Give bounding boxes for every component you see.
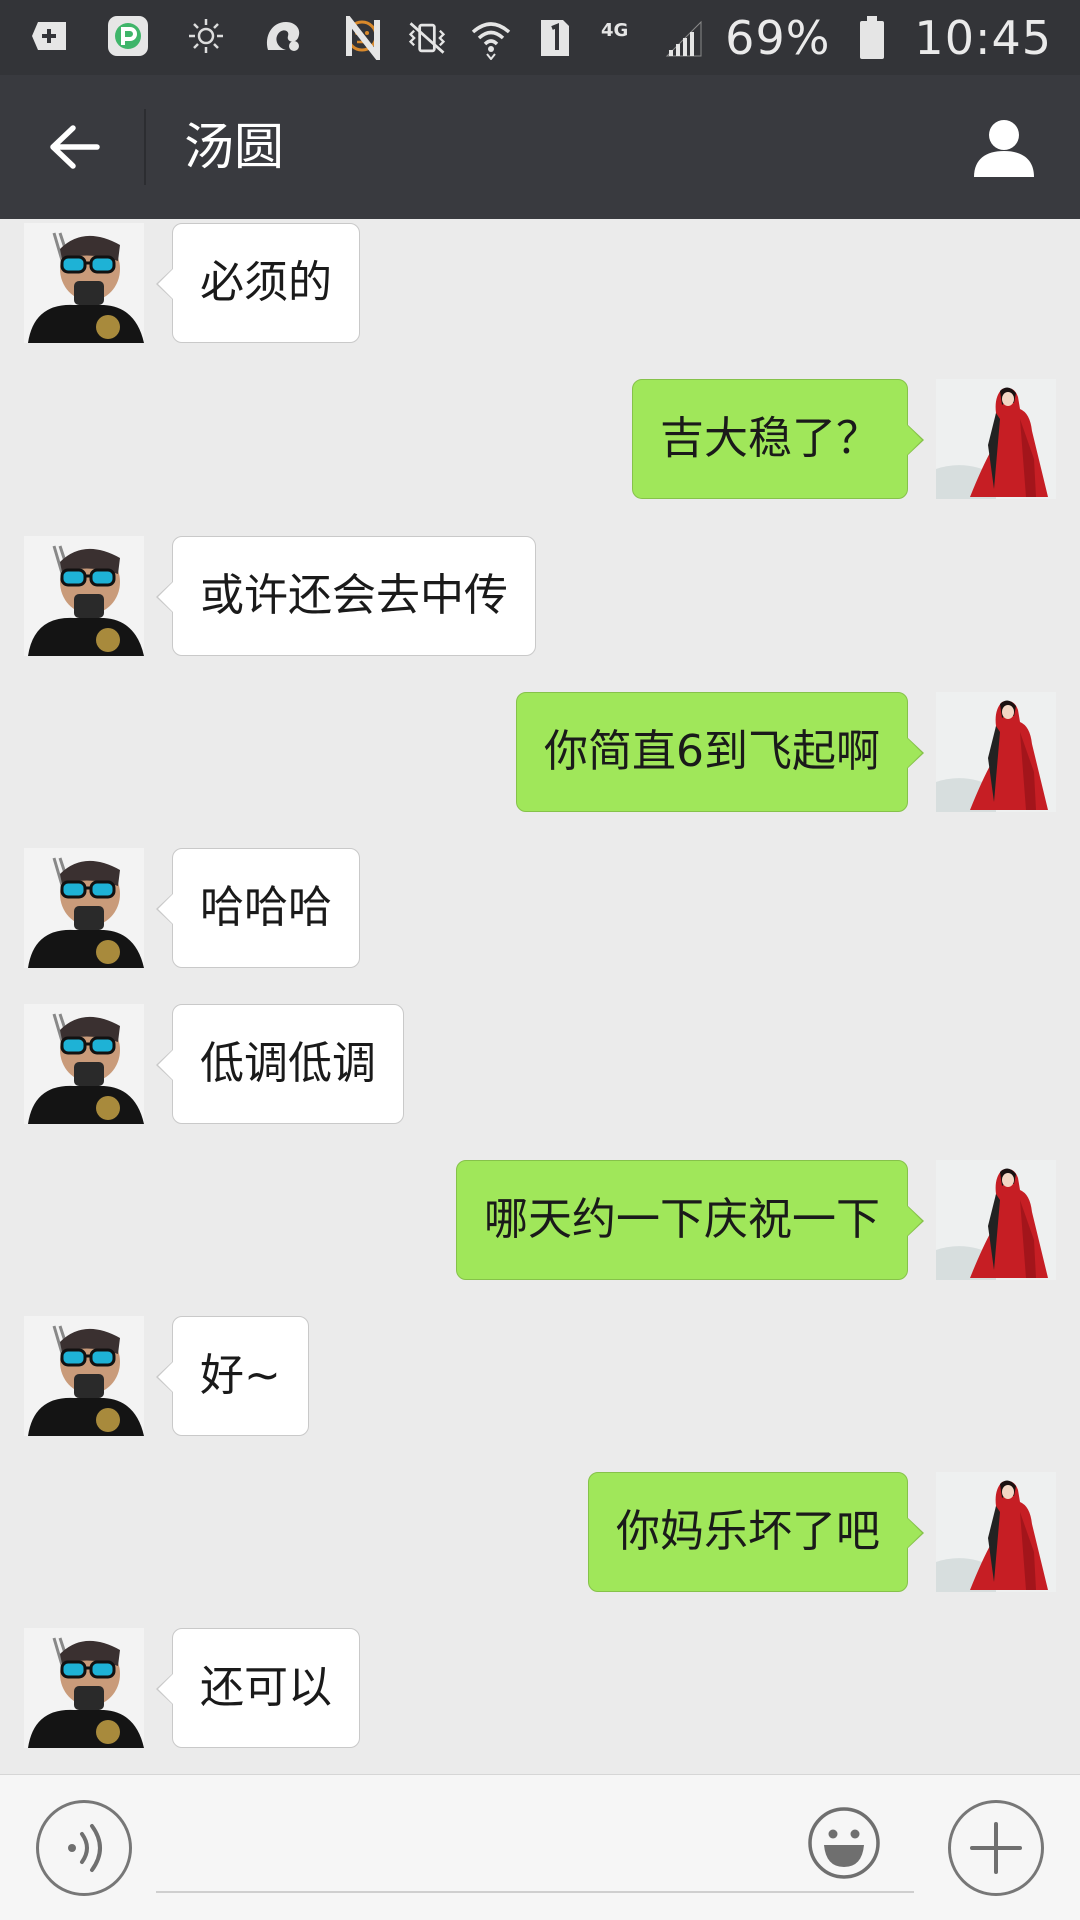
person-icon (974, 120, 1034, 177)
smiley-icon (808, 1807, 880, 1879)
my-avatar[interactable] (936, 379, 1056, 499)
status-bar: 4G 69% 10:45 (0, 0, 1080, 75)
add-box-icon (28, 14, 72, 58)
battery-icon (850, 16, 894, 60)
message-list[interactable]: 必须的 吉大稳了？ 或许还会去中传 你简直6到飞起啊 哈哈哈 低调低调 哪天约一… (0, 219, 1080, 1774)
contact-avatar[interactable] (24, 536, 144, 656)
message-row: 还可以 (0, 1628, 1080, 1748)
status-bar-right-icons: 4G 69% 10:45 (341, 8, 1052, 68)
input-bar (0, 1774, 1080, 1920)
message-row: 或许还会去中传 (0, 536, 1080, 656)
wifi-icon (469, 16, 513, 60)
chat-info-button[interactable] (968, 111, 1040, 183)
voice-input-button[interactable] (36, 1800, 132, 1896)
contact-avatar[interactable] (24, 1004, 144, 1124)
message-bubble-incoming[interactable]: 还可以 (156, 1628, 360, 1748)
signal-icon (661, 16, 705, 60)
battery-percentage: 69% (725, 11, 831, 65)
more-actions-button[interactable] (948, 1800, 1044, 1896)
my-avatar[interactable] (936, 1160, 1056, 1280)
chat-title-bar: 汤圆 (0, 75, 1080, 219)
message-bubble-incoming[interactable]: 或许还会去中传 (156, 536, 536, 656)
vibrate-icon (405, 16, 449, 60)
message-row: 吉大稳了？ (0, 379, 1080, 499)
voice-icon (68, 1824, 102, 1872)
plus-icon (970, 1822, 1022, 1874)
message-row: 哈哈哈 (0, 848, 1080, 968)
message-bubble-incoming[interactable]: 低调低调 (156, 1004, 404, 1124)
brightness-icon (184, 14, 228, 58)
clock: 10:45 (914, 11, 1052, 65)
message-bubble-outgoing[interactable]: 吉大稳了？ (632, 379, 924, 499)
emoji-button[interactable] (806, 1805, 882, 1881)
message-row: 低调低调 (0, 1004, 1080, 1124)
p-app-icon (106, 14, 150, 58)
status-bar-left-icons (28, 14, 384, 58)
svg-text:4G: 4G (601, 20, 628, 41)
my-avatar[interactable] (936, 692, 1056, 812)
message-bubble-outgoing[interactable]: 你简直6到飞起啊 (516, 692, 924, 812)
contact-avatar[interactable] (24, 1316, 144, 1436)
message-bubble-incoming[interactable]: 好~ (156, 1316, 309, 1436)
contact-avatar[interactable] (24, 848, 144, 968)
sim-1-icon (533, 16, 577, 60)
arrow-left-icon (50, 125, 100, 169)
title-divider (144, 109, 146, 185)
nfc-icon (341, 16, 385, 60)
contact-avatar[interactable] (24, 223, 144, 343)
message-row: 你妈乐坏了吧 (0, 1472, 1080, 1592)
message-bubble-incoming[interactable]: 必须的 (156, 223, 360, 343)
message-bubble-outgoing[interactable]: 哪天约一下庆祝一下 (456, 1160, 924, 1280)
message-input[interactable] (156, 1811, 914, 1893)
4g-icon: 4G (597, 16, 641, 60)
squirrel-browser-icon (262, 14, 306, 58)
message-bubble-incoming[interactable]: 哈哈哈 (156, 848, 360, 968)
message-row: 必须的 (0, 223, 1080, 343)
message-row: 好~ (0, 1316, 1080, 1436)
message-row: 哪天约一下庆祝一下 (0, 1160, 1080, 1280)
message-bubble-outgoing[interactable]: 你妈乐坏了吧 (588, 1472, 924, 1592)
contact-avatar[interactable] (24, 1628, 144, 1748)
chat-title: 汤圆 (184, 118, 284, 176)
message-row: 你简直6到飞起啊 (0, 692, 1080, 812)
my-avatar[interactable] (936, 1472, 1056, 1592)
back-button[interactable] (30, 111, 120, 183)
